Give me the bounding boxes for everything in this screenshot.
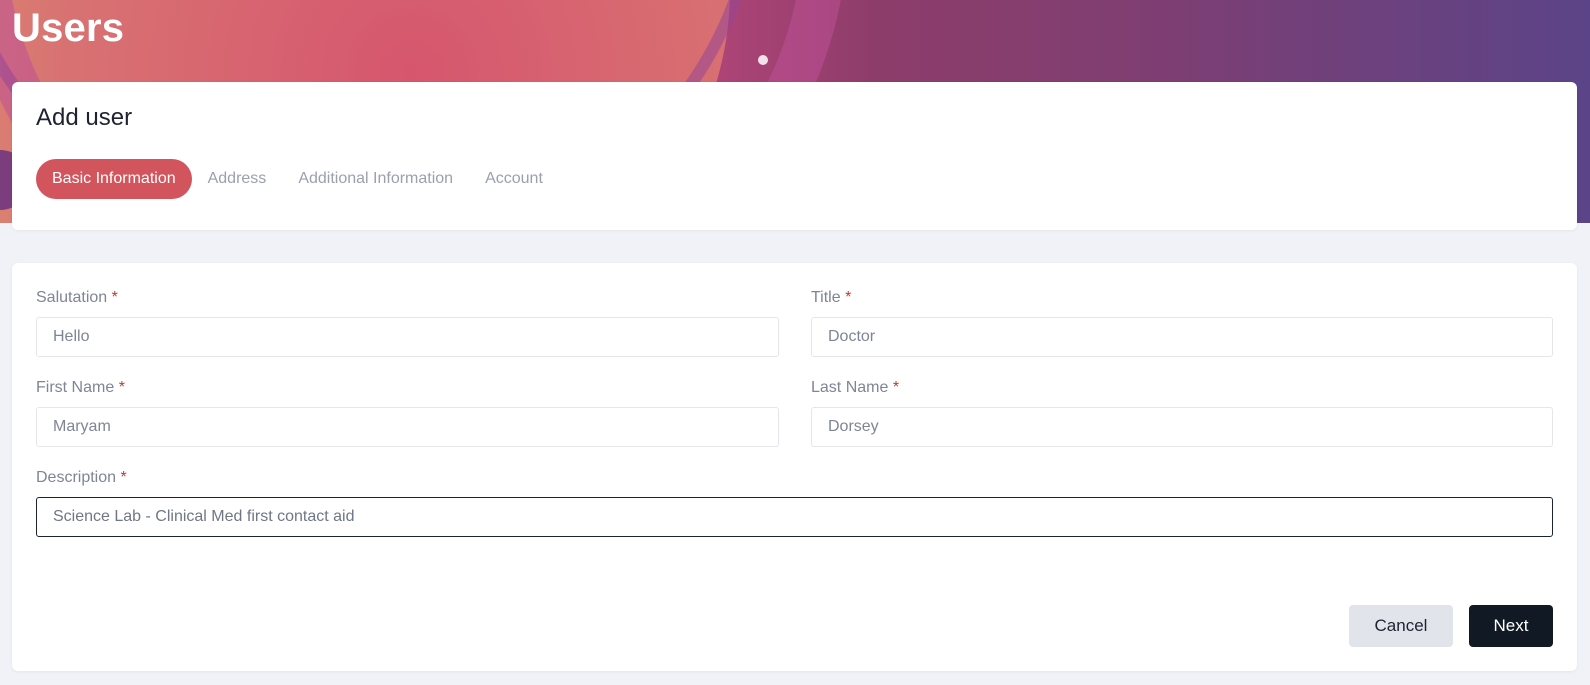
first-name-label: First Name * (36, 377, 125, 399)
last-name-field-group: Last Name * (811, 377, 1553, 447)
title-label-text: Title (811, 289, 841, 306)
basic-information-form: Salutation * Title * First Name * Last N… (12, 263, 1577, 671)
salutation-label: Salutation * (36, 287, 118, 309)
required-marker: * (120, 469, 127, 486)
required-marker: * (892, 379, 900, 396)
tab-account[interactable]: Account (469, 159, 559, 199)
banner-dot (758, 55, 768, 65)
first-name-field-group: First Name * (36, 377, 779, 447)
first-name-input[interactable] (36, 407, 779, 447)
tab-additional-information[interactable]: Additional Information (282, 159, 469, 199)
cancel-button[interactable]: Cancel (1349, 605, 1453, 647)
title-label: Title * (811, 287, 851, 309)
last-name-input[interactable] (811, 407, 1553, 447)
add-user-header-card: Add user Basic Information Address Addit… (12, 82, 1577, 230)
last-name-label-text: Last Name (811, 379, 889, 396)
salutation-label-text: Salutation (36, 289, 108, 306)
form-step-tabs: Basic Information Address Additional Inf… (36, 159, 559, 199)
salutation-field-group: Salutation * (36, 287, 779, 357)
first-name-label-text: First Name (36, 379, 115, 396)
page: Users Add user Basic Information Address… (0, 0, 1590, 685)
tab-basic-information[interactable]: Basic Information (36, 159, 192, 199)
description-label: Description * (36, 467, 127, 489)
required-marker: * (845, 289, 852, 306)
description-field-group: Description * (36, 467, 1553, 537)
card-title: Add user (36, 104, 133, 131)
last-name-label: Last Name * (811, 377, 899, 399)
salutation-input[interactable] (36, 317, 779, 357)
tab-address[interactable]: Address (192, 159, 283, 199)
title-input[interactable] (811, 317, 1553, 357)
description-label-text: Description (36, 469, 117, 486)
required-marker: * (118, 379, 125, 396)
next-button[interactable]: Next (1469, 605, 1553, 647)
page-title: Users (12, 6, 125, 50)
description-input[interactable] (36, 497, 1553, 537)
title-field-group: Title * (811, 287, 1553, 357)
required-marker: * (111, 289, 118, 306)
